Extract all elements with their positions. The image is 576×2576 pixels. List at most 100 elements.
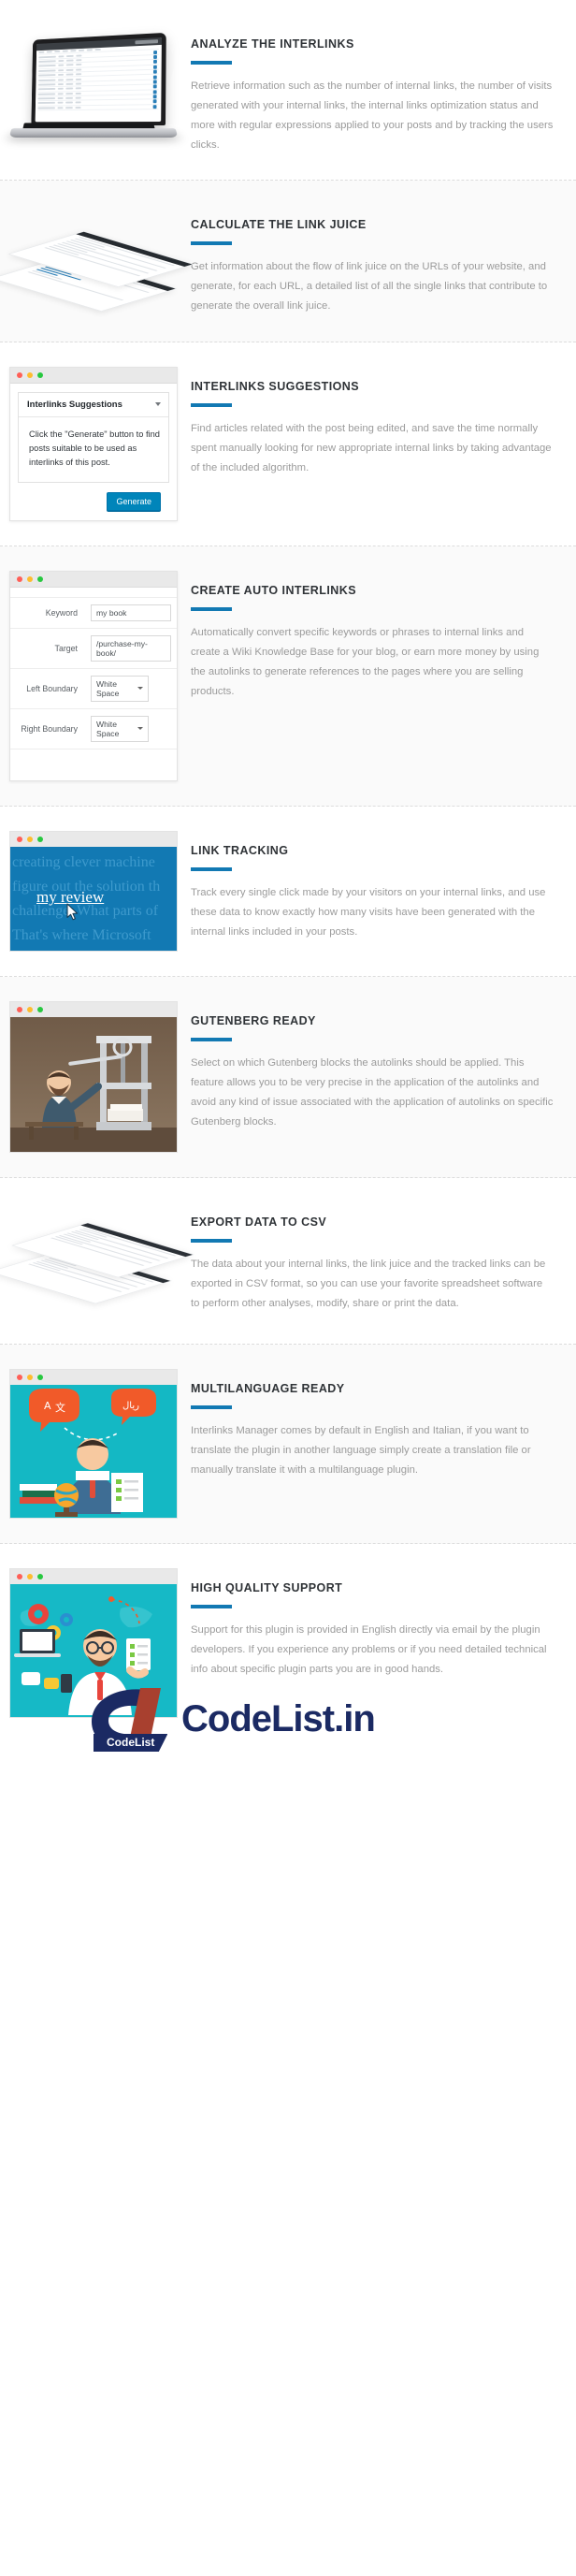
- gutenberg-stage: [9, 1017, 178, 1153]
- maximize-dot-icon[interactable]: [37, 1007, 43, 1012]
- svg-text:文: 文: [55, 1401, 65, 1414]
- suggestions-card-body: Click the "Generate" button to find post…: [19, 417, 168, 482]
- chevron-down-icon[interactable]: [155, 401, 161, 406]
- multilanguage-stage: A 文 ريال: [9, 1385, 178, 1519]
- close-dot-icon[interactable]: [17, 372, 22, 378]
- csv-isometric-illustration: [0, 1202, 194, 1319]
- right-boundary-label: Right Boundary: [10, 708, 85, 749]
- window-titlebar: [9, 1369, 178, 1385]
- close-dot-icon[interactable]: [17, 837, 22, 842]
- accent-rule: [191, 1605, 232, 1608]
- support-stage: [9, 1584, 178, 1718]
- target-input[interactable]: /purchase-my-book/: [91, 635, 171, 662]
- minimize-dot-icon[interactable]: [27, 576, 33, 582]
- minimize-dot-icon[interactable]: [27, 837, 33, 842]
- minimize-dot-icon[interactable]: [27, 1574, 33, 1579]
- accent-rule: [191, 1038, 232, 1041]
- feature-body: Select on which Gutenberg blocks the aut…: [191, 1057, 554, 1128]
- right-boundary-value: White Space: [96, 720, 120, 738]
- form-row-target: Target /purchase-my-book/: [10, 628, 177, 669]
- svg-text:ريال: ريال: [122, 1401, 139, 1411]
- isometric-papers-illustration: [0, 205, 194, 317]
- feature-multilanguage-ready: A 文 ريال MULTILANGUAGE READY Interlinks …: [0, 1345, 576, 1544]
- close-dot-icon[interactable]: [17, 1574, 22, 1579]
- printing-press-illustration: [10, 1017, 177, 1152]
- feature-analyze-the-interlinks: ANALYZE THE INTERLINKS Retrieve informat…: [0, 0, 576, 181]
- form-bottom-spacer: [10, 749, 177, 780]
- maximize-dot-icon[interactable]: [37, 837, 43, 842]
- link-tracking-window: creating clever machine figure out the s…: [9, 831, 178, 952]
- suggestions-button-row: Generate: [18, 483, 169, 511]
- minimize-dot-icon[interactable]: [27, 1007, 33, 1012]
- isometric-papers-media: [0, 205, 194, 317]
- feature-link-tracking: creating clever machine figure out the s…: [0, 807, 576, 977]
- feature-interlinks-suggestions: Interlinks Suggestions Click the "Genera…: [0, 342, 576, 546]
- window-body: Interlinks Suggestions Click the "Genera…: [10, 384, 177, 520]
- laptop-screenshot-media: [8, 24, 179, 144]
- keyword-input[interactable]: my book: [91, 604, 171, 621]
- laptop-base: [8, 128, 179, 138]
- keyword-label: Keyword: [45, 608, 78, 618]
- feature-body: Get information about the flow of link j…: [191, 261, 548, 312]
- feature-title: MULTILANGUAGE READY: [191, 1382, 345, 1395]
- suggestions-window: Interlinks Suggestions Click the "Genera…: [9, 367, 178, 521]
- feature-copy: ANALYZE THE INTERLINKS Retrieve informat…: [191, 24, 559, 155]
- accent-rule: [191, 867, 232, 871]
- maximize-dot-icon[interactable]: [37, 1574, 43, 1579]
- link-tracking-media: creating clever machine figure out the s…: [9, 831, 178, 952]
- maximize-dot-icon[interactable]: [37, 576, 43, 582]
- maximize-dot-icon[interactable]: [37, 1375, 43, 1380]
- bg-line-4: That's where Microsoft: [12, 927, 151, 943]
- close-dot-icon[interactable]: [17, 1375, 22, 1380]
- laptop-screen: [35, 37, 162, 123]
- feature-title: CALCULATE THE LINK JUICE: [191, 218, 367, 231]
- csv-export-media: [0, 1202, 194, 1319]
- multilanguage-media: A 文 ريال: [9, 1369, 178, 1519]
- feature-copy: MULTILANGUAGE READY Interlinks Manager c…: [191, 1369, 559, 1480]
- window-titlebar: [9, 1001, 178, 1017]
- feature-body: The data about your internal links, the …: [191, 1259, 546, 1309]
- feature-body: Automatically convert specific keywords …: [191, 627, 540, 697]
- feature-high-quality-support: HIGH QUALITY SUPPORT Support for this pl…: [0, 1544, 576, 1759]
- multilanguage-window: A 文 ريال: [9, 1369, 178, 1519]
- suggestions-card-title: Interlinks Suggestions: [27, 400, 122, 410]
- gutenberg-media: [9, 1001, 178, 1153]
- left-boundary-select[interactable]: White Space: [91, 676, 149, 702]
- window-titlebar: [10, 572, 177, 588]
- feature-title: ANALYZE THE INTERLINKS: [191, 37, 354, 51]
- feature-title: LINK TRACKING: [191, 844, 289, 857]
- accent-rule: [191, 1405, 232, 1409]
- close-dot-icon[interactable]: [17, 576, 22, 582]
- generate-button[interactable]: Generate: [107, 492, 161, 511]
- feature-body: Interlinks Manager comes by default in E…: [191, 1425, 531, 1476]
- chevron-down-icon: [137, 727, 143, 730]
- minimize-dot-icon[interactable]: [27, 1375, 33, 1380]
- right-boundary-select[interactable]: White Space: [91, 716, 149, 742]
- window-titlebar: [9, 831, 178, 847]
- accent-rule: [191, 607, 232, 611]
- feature-copy: CREATE AUTO INTERLINKS Automatically con…: [191, 571, 559, 702]
- features-page: ANALYZE THE INTERLINKS Retrieve informat…: [0, 0, 576, 1759]
- target-label: Target: [10, 628, 85, 669]
- link-tracking-stage: creating clever machine figure out the s…: [9, 847, 178, 952]
- left-boundary-label: Left Boundary: [10, 668, 85, 709]
- accent-rule: [191, 403, 232, 407]
- maximize-dot-icon[interactable]: [37, 372, 43, 378]
- support-media: [9, 1568, 178, 1718]
- gutenberg-window: [9, 1001, 178, 1153]
- support-window: [9, 1568, 178, 1718]
- suggestions-card-header[interactable]: Interlinks Suggestions: [19, 393, 168, 417]
- accent-rule: [191, 1239, 232, 1243]
- minimize-dot-icon[interactable]: [27, 372, 33, 378]
- window-body: Keyword my book Target /purchase-my-book…: [10, 588, 177, 780]
- feature-copy: HIGH QUALITY SUPPORT Support for this pl…: [191, 1568, 559, 1680]
- accent-rule: [191, 241, 232, 245]
- chevron-down-icon: [137, 687, 143, 690]
- close-dot-icon[interactable]: [17, 1007, 22, 1012]
- feature-copy: GUTENBERG READY Select on which Gutenber…: [191, 1001, 559, 1132]
- feature-copy: EXPORT DATA TO CSV The data about your i…: [191, 1202, 559, 1314]
- feature-copy: LINK TRACKING Track every single click m…: [191, 831, 559, 942]
- window-titlebar: [10, 368, 177, 384]
- autolinks-window: Keyword my book Target /purchase-my-book…: [9, 571, 178, 781]
- feature-copy: INTERLINKS SUGGESTIONS Find articles rel…: [191, 367, 559, 478]
